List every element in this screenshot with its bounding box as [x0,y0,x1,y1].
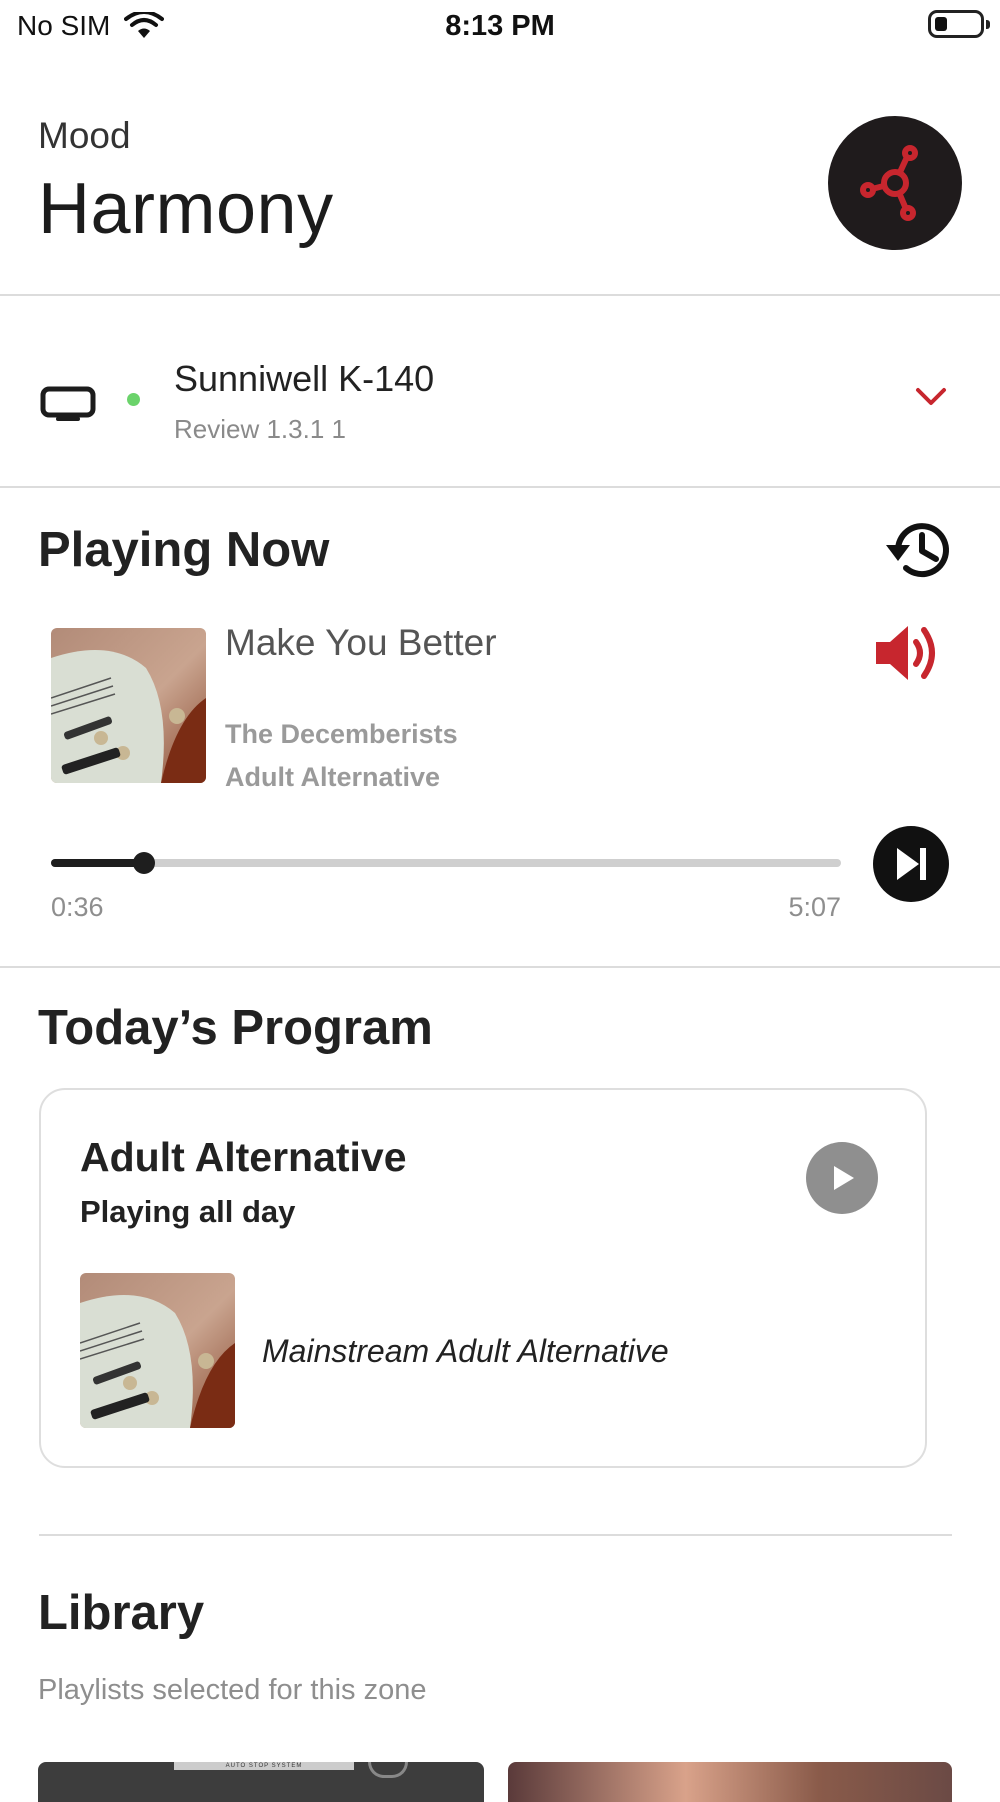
device-version: Review 1.3.1 1 [174,414,346,444]
track-title: Make You Better [225,622,497,663]
skip-button[interactable] [873,826,949,902]
program-title: Adult Alternative [80,1134,407,1180]
play-button[interactable] [806,1142,878,1214]
play-icon [834,1166,854,1190]
playing-now-heading: Playing Now [38,523,330,577]
library-heading: Library [38,1586,205,1640]
chevron-down-icon[interactable] [914,386,948,408]
elapsed-time: 0:36 [51,892,104,922]
progress-fill [51,859,144,867]
device-selector[interactable] [0,296,1000,486]
guitar-album-image [80,1273,235,1428]
progress-handle[interactable] [133,852,155,874]
album-art [51,628,206,783]
volume-icon[interactable] [872,620,942,686]
track-artist: The Decemberists [225,719,458,749]
status-bar: No SIM 8:13 PM [0,0,1000,52]
duration-time: 5:07 [788,892,841,922]
mood-share-button[interactable] [828,116,962,250]
history-icon[interactable] [878,515,958,585]
library-playlist-tile[interactable] [508,1762,952,1802]
device-name: Sunniwell K-140 [174,358,435,399]
divider [0,486,1000,488]
skip-next-icon [897,848,926,880]
mood-title: Harmony [38,169,334,249]
battery-icon [928,10,990,38]
clock-label: 8:13 PM [445,10,555,42]
divider [39,1534,952,1536]
mood-label: Mood [38,115,131,156]
tv-device-icon [40,386,96,421]
program-schedule: Playing all day [80,1194,296,1229]
playlist-art [80,1273,235,1428]
guitar-album-image [51,628,206,783]
library-subtitle: Playlists selected for this zone [38,1674,427,1706]
library-playlist-tile[interactable]: AUTO STOP SYSTEM [38,1762,484,1802]
divider [0,966,1000,968]
share-nodes-icon [860,145,918,221]
online-status-dot [127,393,140,406]
progress-track[interactable] [51,859,841,867]
track-genre: Adult Alternative [225,762,441,792]
library-tile-caption: AUTO STOP SYSTEM [174,1762,354,1770]
program-heading: Today’s Program [38,1001,433,1055]
playlist-name: Mainstream Adult Alternative [262,1333,669,1369]
